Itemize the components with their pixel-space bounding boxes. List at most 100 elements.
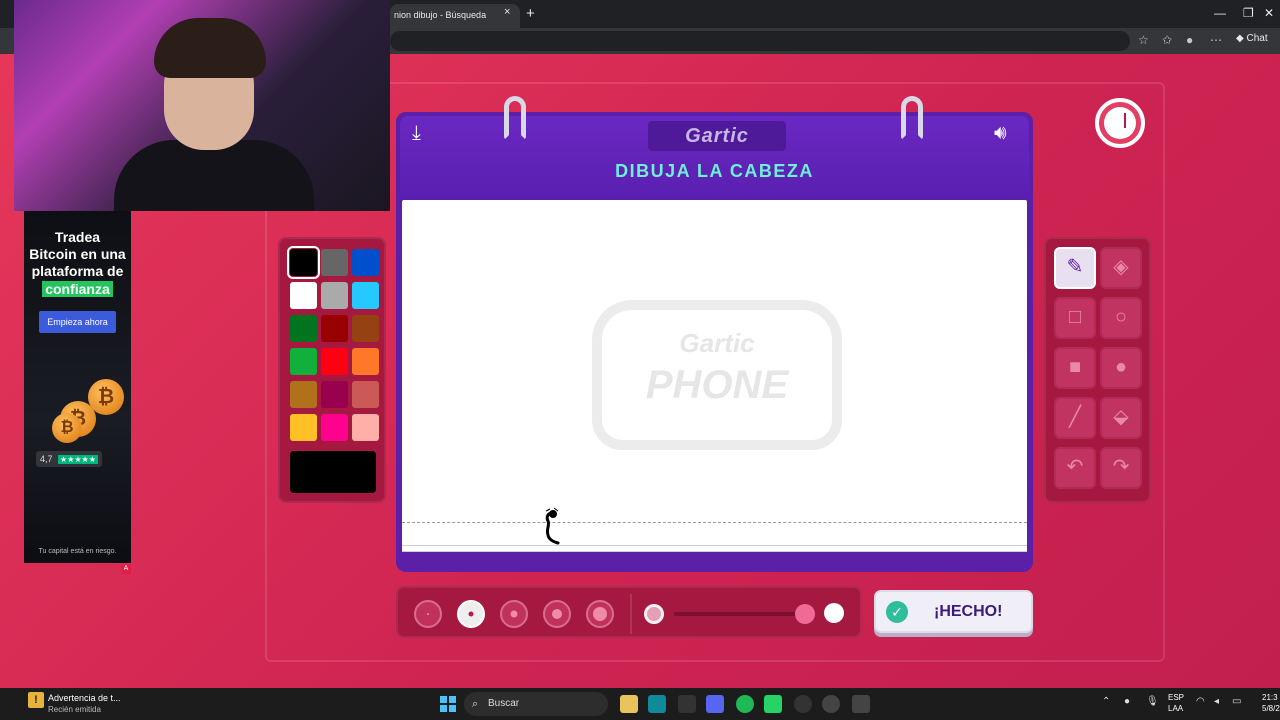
color-swatch[interactable] [352,249,379,276]
notification-subtitle: Recién emitida [48,705,101,714]
undo-button[interactable]: ↶ [1054,447,1096,489]
ellipse-filled-tool[interactable]: ● [1100,347,1142,389]
more-menu-icon[interactable]: ⋯ [1210,33,1222,47]
circle-outline-icon: ○ [1114,306,1128,328]
brush-size-3[interactable] [500,600,528,628]
wifi-icon[interactable]: ◠ [1196,696,1205,707]
color-swatch[interactable] [352,381,379,408]
streamer-body [114,140,314,211]
eraser-tool[interactable]: ◈ [1100,247,1142,289]
notebook-ring [504,96,526,140]
ad-disclaimer: Tu capital está en riesgo. [38,548,117,555]
battery-icon[interactable]: ▭ [1232,696,1241,707]
sound-icon[interactable]: 🔊︎ [994,122,1007,145]
drawing-notebook: ⤓ Gartic 🔊︎ DIBUJA LA CABEZA Gartic PHON… [396,96,1033,572]
color-swatch[interactable] [321,282,348,309]
pen-tool[interactable]: ✎ [1054,247,1096,289]
download-icon[interactable]: ⤓ [412,122,421,145]
redo-button[interactable]: ↷ [1100,447,1142,489]
favorites-icon[interactable]: ✩ [1162,33,1172,47]
edge-browser-icon[interactable] [648,695,666,713]
color-swatch[interactable] [352,282,379,309]
rectangle-outline-tool[interactable]: □ [1054,297,1096,339]
current-color-preview [290,451,376,493]
steam-icon[interactable] [822,695,840,713]
eraser-icon: ◈ [1113,256,1129,278]
notification-title[interactable]: Advertencia de t... [48,693,121,703]
close-tab-icon[interactable]: × [504,6,510,18]
language-indicator[interactable]: ESP [1168,693,1184,702]
brush-size-2[interactable] [457,600,485,628]
brush-size-4[interactable] [543,600,571,628]
close-window-icon[interactable]: ✕ [1264,6,1274,20]
timer-hand [1124,113,1126,128]
notebook-ring [901,96,923,140]
brush-size-5[interactable] [586,600,614,628]
timer-clock-icon [1104,107,1136,139]
new-tab-icon[interactable]: + [526,5,535,22]
color-swatch[interactable] [290,282,317,309]
ad-cta-button[interactable]: Empieza ahora [39,311,116,333]
discord-icon[interactable] [706,695,724,713]
drawing-canvas[interactable]: Gartic PHONE [402,200,1027,552]
profile-icon[interactable]: ● [1186,33,1193,47]
line-tool[interactable]: ╱ [1054,397,1096,439]
ad-title-line: Bitcoin en una [29,246,126,262]
color-swatch[interactable] [290,414,317,441]
taskbar-search[interactable]: ⌕ Buscar [464,692,608,716]
maximize-icon[interactable]: ❐ [1243,6,1254,20]
color-swatch[interactable] [321,348,348,375]
opacity-slider-handle[interactable] [795,604,816,624]
fill-tool[interactable]: ⬙ [1100,397,1142,439]
volume-icon[interactable]: ◂ [1214,696,1219,707]
square-outline-icon: □ [1068,306,1082,328]
brush-dot-icon [593,607,607,621]
whatsapp-icon[interactable] [764,695,782,713]
color-swatch[interactable] [290,348,317,375]
color-swatch[interactable] [321,381,348,408]
drawn-stroke [545,507,560,545]
opacity-max-icon [824,603,844,623]
color-swatch[interactable] [352,315,379,342]
microphone-icon[interactable]: 🎙︎ [1146,696,1159,707]
circle-filled-icon: ● [1114,356,1128,378]
ellipse-outline-tool[interactable]: ○ [1100,297,1142,339]
color-swatch[interactable] [321,315,348,342]
windows-start-icon[interactable] [440,696,456,712]
color-swatch[interactable] [287,246,320,279]
color-swatch[interactable] [321,249,348,276]
ad-highlight: confianza [42,281,113,297]
square-filled-icon: ■ [1068,356,1082,378]
drawing-prompt: DIBUJA LA CABEZA [615,161,814,181]
color-swatch[interactable] [290,381,317,408]
windows-taskbar: ! Advertencia de t... Recién emitida ⌕ B… [0,688,1280,720]
color-swatch[interactable] [352,414,379,441]
color-swatch[interactable] [352,348,379,375]
gartic-phone-watermark: Gartic PHONE [592,300,842,450]
tray-app-icon[interactable]: ● [1124,696,1130,707]
browser-tab[interactable]: nion dibujo - Búsqueda [390,4,520,28]
address-bar[interactable] [390,31,1130,51]
color-swatch[interactable] [290,315,317,342]
gartic-logo: Gartic [648,121,786,151]
app-icon[interactable] [794,695,812,713]
brush-dot-icon [427,613,429,615]
done-button[interactable]: ✓ ¡HECHO! [874,590,1033,633]
color-swatch[interactable] [321,414,348,441]
rectangle-filled-tool[interactable]: ■ [1054,347,1096,389]
ad-choices-icon[interactable]: A [121,564,131,574]
bookmark-star-icon[interactable]: ☆ [1138,33,1149,47]
opacity-slider[interactable] [674,612,810,616]
spotify-icon[interactable] [736,695,754,713]
minimize-icon[interactable]: — [1214,6,1226,20]
warning-icon[interactable]: ! [28,692,44,708]
undo-icon: ↶ [1066,456,1084,478]
file-explorer-icon[interactable] [620,695,638,713]
chat-button[interactable]: ◆ Chat [1236,33,1268,44]
clock-time[interactable]: 21:3 [1262,693,1278,702]
advertisement[interactable]: Tradea Bitcoin en una plataforma de conf… [24,211,131,563]
epic-games-active-icon[interactable] [852,695,870,713]
epic-games-icon[interactable] [678,695,696,713]
tray-chevron-icon[interactable]: ⌃ [1102,696,1110,707]
brush-size-1[interactable] [414,600,442,628]
